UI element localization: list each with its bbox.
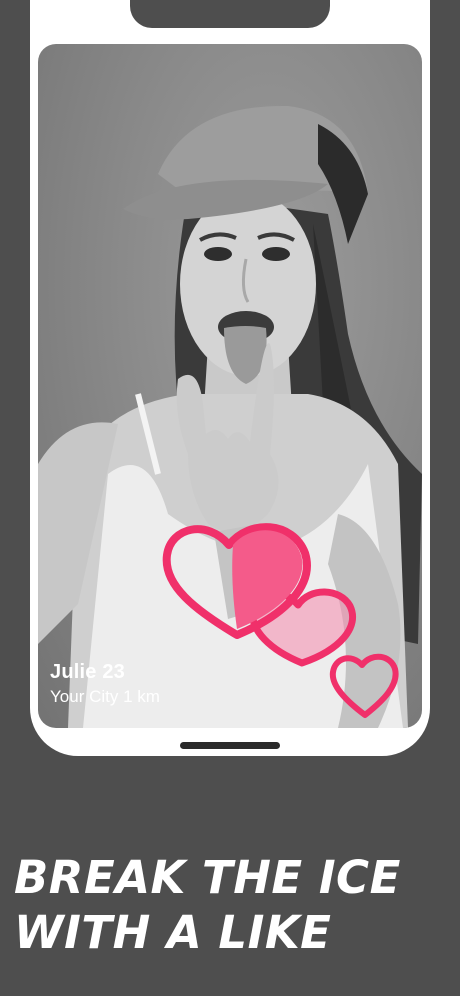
profile-name-age: Julie 23 (50, 661, 125, 683)
phone-notch (130, 0, 330, 28)
profile-location: Your City 1 km (50, 687, 160, 706)
app-store-screenshot: Julie 23 Your City 1 km BREAK THE ICE WI… (0, 0, 460, 996)
hearts-decoration (162, 523, 399, 718)
tagline: BREAK THE ICE WITH A LIKE (14, 850, 454, 960)
home-indicator (180, 742, 280, 749)
tagline-line-2: WITH A LIKE (14, 906, 332, 959)
tagline-line-1: BREAK THE ICE (14, 851, 401, 904)
heart-icon-small (329, 653, 399, 718)
